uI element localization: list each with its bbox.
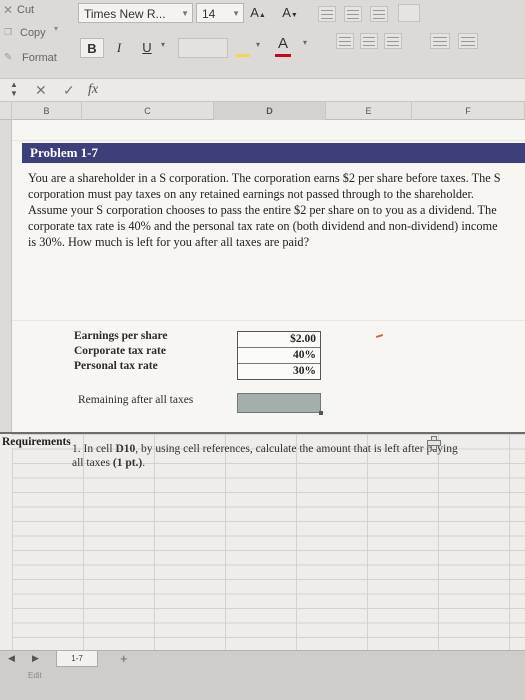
borders-button[interactable] [178,38,228,58]
problem-title-banner[interactable]: Problem 1-7 [22,143,525,163]
column-headers: B C D E F [0,102,525,120]
bold-button[interactable]: B [80,38,104,58]
orientation-icon[interactable] [398,4,420,22]
status-mode: Edit [28,671,42,680]
copy-icon: ❐ [4,27,13,37]
sheet-tab-1-7[interactable]: 1-7 [56,651,98,667]
grid-line [12,140,525,141]
column-header[interactable]: B [12,102,82,120]
input-value-cell[interactable]: $2.00 [238,332,320,348]
underline-button[interactable]: U [136,38,158,58]
format-painter-icon: ✎ [4,52,13,63]
requirement-number: 1. [72,443,81,455]
requirement-item: 1. In cell D10, by using cell references… [72,443,458,469]
output-label[interactable]: Remaining after all taxes [78,394,193,406]
caret-down-icon: ▼ [290,12,298,19]
ribbon-toolbar: ✕ Cut ❐ Copy ▾ ✎ Format Times New R... ▼… [0,0,525,78]
italic-button[interactable]: I [108,38,130,58]
spreadsheet-grid[interactable]: Problem 1-7 You are a shareholder in a S… [12,120,525,435]
caret-up-icon: ▲ [258,12,266,19]
input-label[interactable]: Corporate tax rate [74,345,166,357]
increase-font-size-button[interactable]: A▲ [249,3,267,23]
select-all-corner[interactable] [0,102,12,120]
column-header[interactable]: C [82,102,214,120]
name-box-stepper-icon[interactable]: ▲ ▼ [10,80,18,98]
chevron-down-icon[interactable]: ▾ [161,40,165,49]
column-header[interactable]: E [326,102,412,120]
decrease-font-size-button[interactable]: A▼ [279,3,301,23]
align-top-icon[interactable] [318,6,336,22]
font-color-button[interactable]: A [268,34,298,57]
font-color-swatch [275,54,291,57]
add-sheet-button[interactable]: + [120,651,128,666]
fill-color-button[interactable] [232,38,254,58]
copy-dropdown-icon[interactable]: ▾ [54,24,58,33]
chevron-down-icon: ▼ [181,9,189,18]
requirements-title: Requirements [2,436,75,448]
formula-bar: ▲ ▼ ✕ ✓ fx [0,78,525,102]
chevron-down-icon[interactable]: ▾ [256,40,260,49]
copy-button[interactable]: Copy [20,27,46,39]
insert-function-button[interactable]: fx [88,82,98,98]
input-label[interactable]: Earnings per share [74,330,168,342]
increase-indent-icon[interactable] [458,33,478,49]
cell-cursor-cross-icon [427,436,441,450]
problem-question[interactable]: You are a shareholder in a S corporation… [28,170,508,250]
font-name-select[interactable]: Times New R... ▼ [78,3,193,23]
requirements-pane[interactable]: Requirements 1. In cell D10, by using ce… [0,432,525,650]
decrease-indent-icon[interactable] [430,33,450,49]
chevron-down-icon[interactable]: ▾ [303,38,307,47]
output-cell-d10[interactable] [237,393,323,415]
align-right-icon[interactable] [384,33,402,49]
fill-color-swatch [236,54,250,57]
font-name-value: Times New R... [84,7,166,21]
input-values-range: $2.00 40% 30% [237,331,321,380]
font-size-value: 14 [202,7,216,21]
scissors-icon: ✕ [3,3,14,17]
cursor-mark [375,333,384,339]
font-size-select[interactable]: 14 ▼ [196,3,244,23]
align-bottom-icon[interactable] [370,6,388,22]
scroll-left-icon[interactable]: ◀ [8,653,15,664]
align-left-icon[interactable] [336,33,354,49]
cancel-icon[interactable]: ✕ [35,82,47,99]
column-header[interactable]: F [412,102,525,120]
chevron-down-icon: ▼ [232,9,240,18]
input-value-cell[interactable]: 40% [238,348,320,364]
cut-button[interactable]: Cut [17,4,34,16]
confirm-icon[interactable]: ✓ [63,82,75,99]
column-header-selected[interactable]: D [214,102,326,120]
input-value-cell[interactable]: 30% [238,364,320,379]
format-painter-button[interactable]: Format [22,52,57,64]
requirement-cell-ref: D10 [115,443,136,455]
align-middle-icon[interactable] [344,6,362,22]
align-center-icon[interactable] [360,33,378,49]
grid-line [12,320,525,321]
requirement-points: (1 pt.) [112,456,143,469]
scroll-right-icon[interactable]: ▶ [32,653,39,664]
sheet-tab-bar: ◀ ▶ 1-7 + Edit [0,650,525,700]
input-label[interactable]: Personal tax rate [74,360,158,372]
